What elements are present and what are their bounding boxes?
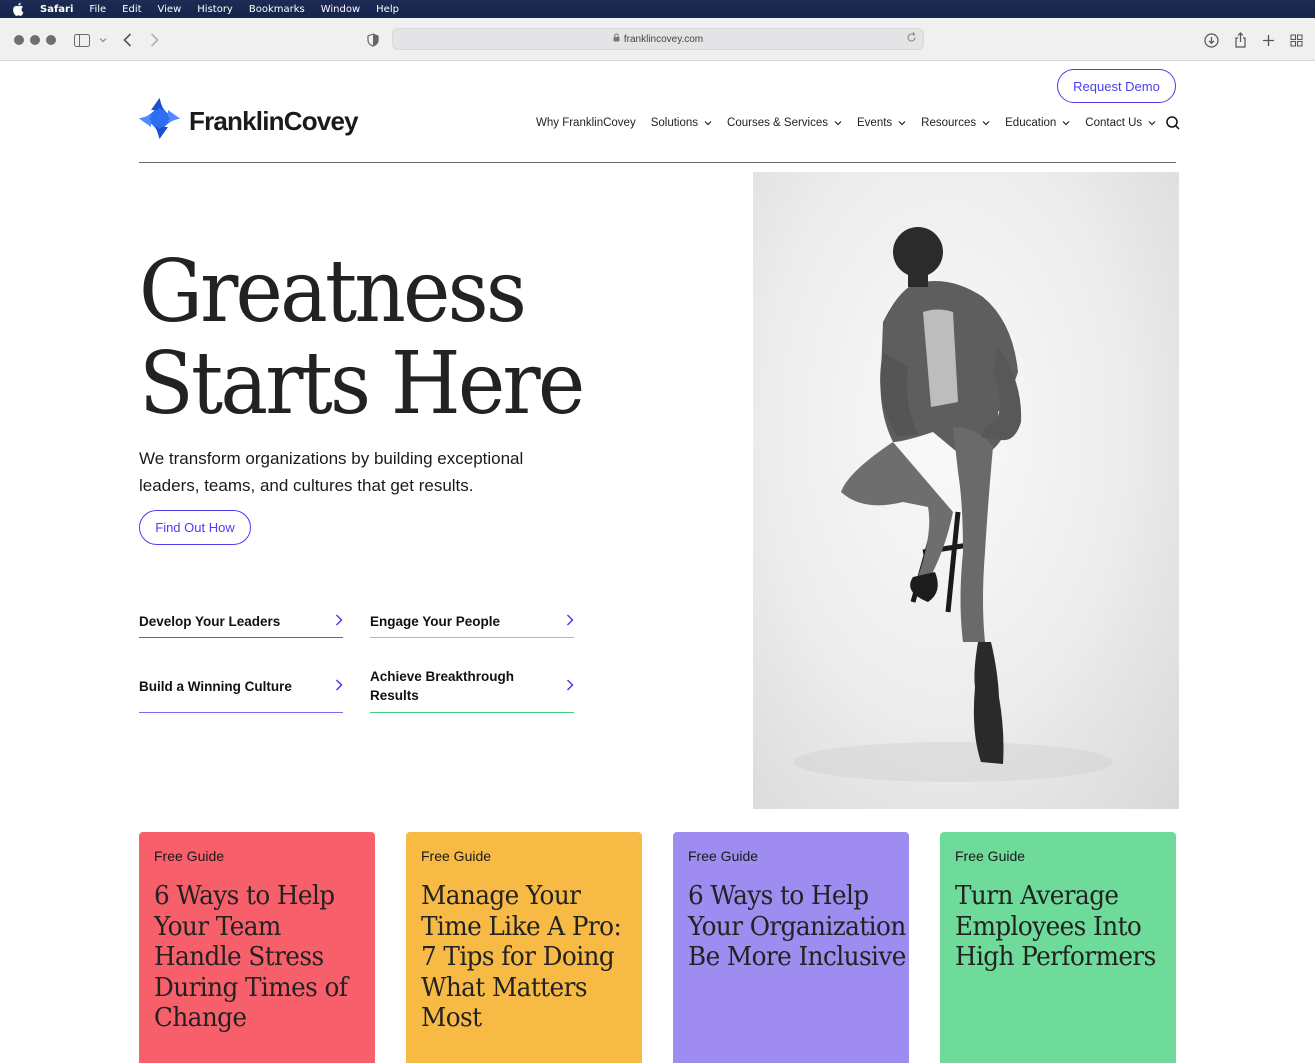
quick-link-label: Develop Your Leaders xyxy=(139,614,281,629)
new-tab-icon[interactable] xyxy=(1258,30,1278,50)
hero-title: Greatness Starts Here xyxy=(139,242,585,434)
card-kicker: Free Guide xyxy=(955,848,1026,864)
quick-link-label: Engage Your People xyxy=(370,614,501,629)
chevron-down-icon xyxy=(704,120,712,126)
menu-safari[interactable]: Safari xyxy=(40,4,73,15)
card-title: Turn Average Employees Into High Perform… xyxy=(955,881,1156,972)
hero-title-line-1: Greatness xyxy=(139,242,527,342)
quick-link-winning-culture[interactable]: Build a Winning Culture xyxy=(139,660,343,713)
menu-help[interactable]: Help xyxy=(376,4,399,15)
address-bar[interactable]: franklincovey.com xyxy=(392,28,924,50)
quick-link-breakthrough-results[interactable]: Achieve Breakthrough Results xyxy=(370,660,574,713)
reload-icon[interactable] xyxy=(906,32,917,46)
header-divider xyxy=(139,162,1176,163)
chevron-down-icon xyxy=(1062,120,1070,126)
chevron-right-icon xyxy=(566,612,574,631)
nav-events[interactable]: Events xyxy=(857,117,906,129)
chevron-down-icon xyxy=(834,120,842,126)
search-icon[interactable] xyxy=(1166,116,1180,130)
nav-label: Solutions xyxy=(650,117,699,129)
nav-label: Courses & Services xyxy=(727,117,828,129)
guide-card-high-performers[interactable]: Free Guide Turn Average Employees Into H… xyxy=(940,832,1176,1063)
lock-icon xyxy=(613,33,620,45)
chevron-down-icon xyxy=(1148,120,1156,126)
quick-link-develop-leaders[interactable]: Develop Your Leaders xyxy=(139,606,343,638)
nav-resources[interactable]: Resources xyxy=(921,117,990,129)
share-icon[interactable] xyxy=(1230,30,1250,50)
sidebar-toggle-icon[interactable] xyxy=(72,30,92,50)
card-kicker: Free Guide xyxy=(688,848,759,864)
logo-wordmark: FranklinCovey xyxy=(189,105,359,136)
nav-label: Resources xyxy=(921,117,977,129)
guide-card-stress[interactable]: Free Guide 6 Ways to Help Your Team Hand… xyxy=(139,832,375,1063)
card-title: Manage Your Time Like A Pro: 7 Tips for … xyxy=(421,881,622,1033)
window-controls xyxy=(14,35,56,45)
quick-link-label: Build a Winning Culture xyxy=(139,678,292,694)
menu-view[interactable]: View xyxy=(158,4,182,15)
card-title: 6 Ways to Help Your Organization Be More… xyxy=(688,881,906,972)
privacy-shield-icon[interactable] xyxy=(363,30,383,50)
chevron-down-icon[interactable] xyxy=(93,30,113,50)
compass-star-logo-icon xyxy=(139,98,180,144)
chevron-right-icon xyxy=(566,677,574,696)
close-window-button[interactable] xyxy=(14,35,24,45)
chevron-right-icon xyxy=(335,677,343,696)
nav-courses-services[interactable]: Courses & Services xyxy=(727,117,842,129)
zoom-window-button[interactable] xyxy=(46,35,56,45)
url-text: franklincovey.com xyxy=(623,33,704,45)
nav-label: Education xyxy=(1005,117,1057,129)
tab-overview-icon[interactable] xyxy=(1286,30,1306,50)
menu-edit[interactable]: Edit xyxy=(122,4,141,15)
franklincovey-logo[interactable]: FranklinCovey xyxy=(139,98,359,144)
nav-solutions[interactable]: Solutions xyxy=(651,117,712,129)
guide-card-inclusive[interactable]: Free Guide 6 Ways to Help Your Organizat… xyxy=(673,832,909,1063)
main-navigation: Why FranklinCovey Solutions Courses & Se… xyxy=(536,116,1180,130)
guide-card-time-management[interactable]: Free Guide Manage Your Time Like A Pro: … xyxy=(406,832,642,1063)
downloads-icon[interactable] xyxy=(1201,30,1221,50)
man-on-stool-illustration xyxy=(793,227,1113,782)
menu-bookmarks[interactable]: Bookmarks xyxy=(249,4,305,15)
nav-label: Why FranklinCovey xyxy=(536,117,636,129)
hero-photo xyxy=(753,172,1179,809)
forward-icon[interactable] xyxy=(144,30,164,50)
hero-subtitle: We transform organizations by building e… xyxy=(139,449,524,495)
menu-file[interactable]: File xyxy=(89,4,106,15)
nav-why-franklincovey[interactable]: Why FranklinCovey xyxy=(536,117,636,129)
minimize-window-button[interactable] xyxy=(30,35,40,45)
menu-window[interactable]: Window xyxy=(321,4,360,15)
quick-link-label: Achieve Breakthrough Results xyxy=(370,669,515,703)
quick-link-engage-people[interactable]: Engage Your People xyxy=(370,606,574,638)
chevron-right-icon xyxy=(335,612,343,631)
card-kicker: Free Guide xyxy=(421,848,492,864)
card-title: 6 Ways to Help Your Team Handle Stress D… xyxy=(154,881,348,1033)
apple-icon[interactable] xyxy=(12,2,26,16)
browser-toolbar: franklincovey.com xyxy=(0,18,1315,61)
nav-label: Contact Us xyxy=(1085,117,1143,129)
chevron-down-icon xyxy=(898,120,906,126)
macos-menu-bar: Safari File Edit View History Bookmarks … xyxy=(0,0,1315,18)
nav-label: Events xyxy=(857,117,893,129)
nav-education[interactable]: Education xyxy=(1005,117,1070,129)
hero-title-line-2: Starts Here xyxy=(139,334,585,434)
back-icon[interactable] xyxy=(117,30,137,50)
nav-contact-us[interactable]: Contact Us xyxy=(1085,117,1156,129)
request-demo-button[interactable]: Request Demo xyxy=(1057,69,1176,103)
find-out-how-button[interactable]: Find Out How xyxy=(139,510,251,545)
card-kicker: Free Guide xyxy=(154,848,225,864)
menu-history[interactable]: History xyxy=(197,4,233,15)
chevron-down-icon xyxy=(982,120,990,126)
